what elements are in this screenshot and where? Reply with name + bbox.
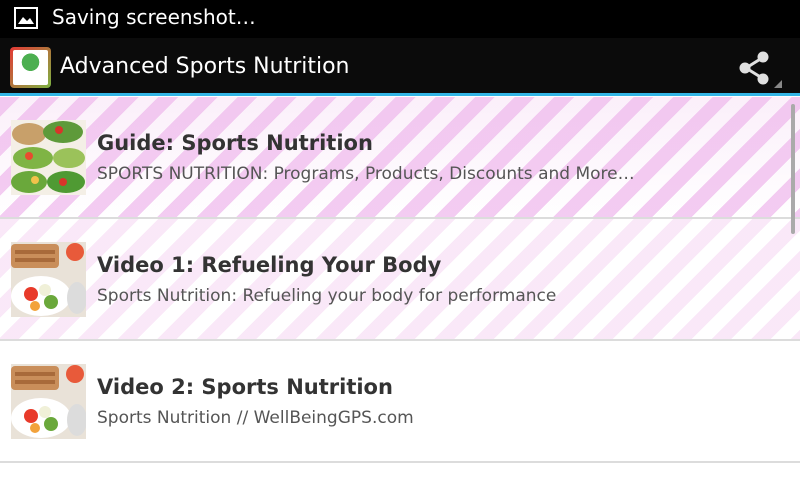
status-text: Saving screenshot… (52, 5, 256, 29)
status-bar: Saving screenshot… (0, 0, 800, 38)
share-icon (739, 51, 782, 88)
list-item[interactable]: Video 2: Sports Nutrition Sports Nutriti… (0, 341, 800, 463)
item-title: Guide: Sports Nutrition (97, 131, 373, 155)
content-list: Guide: Sports Nutrition SPORTS NUTRITION… (0, 97, 800, 480)
image-icon (14, 7, 38, 29)
item-subtitle: Sports Nutrition: Refueling your body fo… (97, 286, 557, 306)
food-plate-thumbnail (11, 242, 86, 317)
salad-thumbnail (11, 120, 86, 195)
share-button[interactable] (732, 46, 784, 90)
app-icon[interactable] (10, 47, 51, 88)
list-item[interactable]: Guide: Sports Nutrition SPORTS NUTRITION… (0, 97, 800, 219)
item-subtitle: SPORTS NUTRITION: Programs, Products, Di… (97, 164, 635, 184)
scrollbar[interactable] (791, 104, 795, 234)
list-item[interactable]: Video 1: Refueling Your Body Sports Nutr… (0, 219, 800, 341)
action-bar: Advanced Sports Nutrition (0, 38, 800, 96)
item-title: Video 2: Sports Nutrition (97, 375, 393, 399)
app-title: Advanced Sports Nutrition (60, 54, 350, 79)
item-title: Video 1: Refueling Your Body (97, 253, 442, 277)
item-subtitle: Sports Nutrition // WellBeingGPS.com (97, 408, 414, 428)
food-plate-thumbnail (11, 364, 86, 439)
